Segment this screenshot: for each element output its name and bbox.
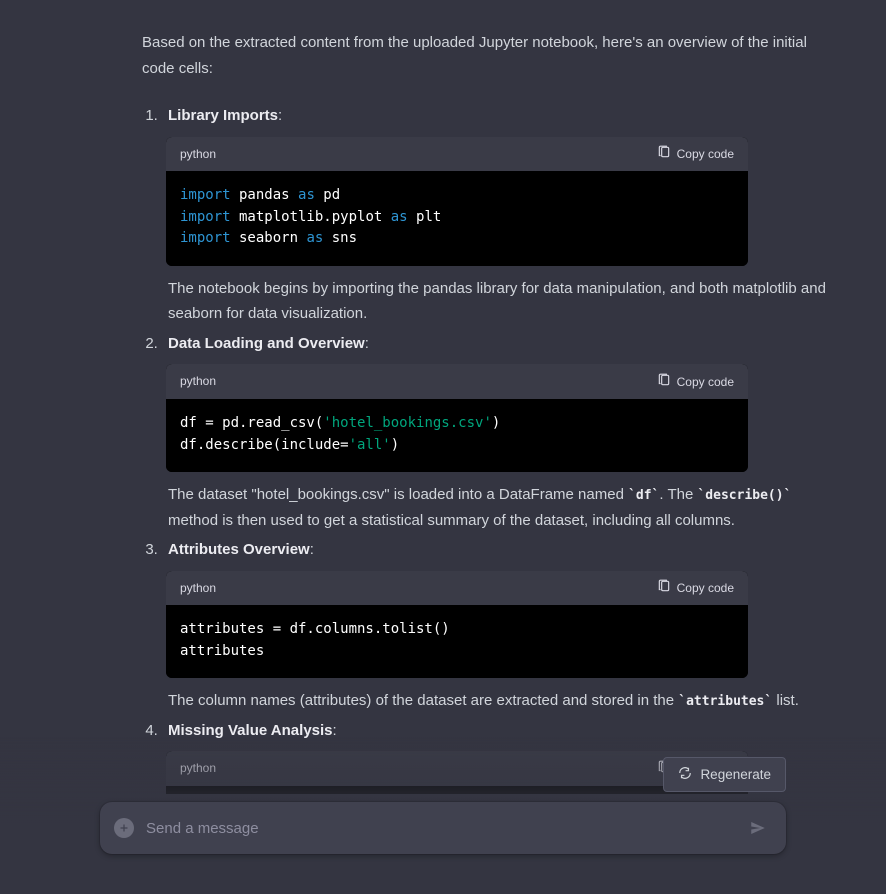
copy-code-button[interactable]: Copy code bbox=[657, 373, 734, 390]
code-language-label: python bbox=[180, 144, 216, 164]
section-item: Data Loading and Overview:pythonCopy cod… bbox=[162, 331, 842, 533]
section-title: Data Loading and Overview bbox=[168, 335, 365, 352]
regenerate-label: Regenerate bbox=[700, 767, 771, 782]
send-icon bbox=[749, 819, 767, 837]
clipboard-icon bbox=[657, 373, 671, 390]
footer: Regenerate bbox=[0, 737, 886, 894]
message-input[interactable] bbox=[146, 820, 744, 837]
clipboard-icon bbox=[657, 579, 671, 596]
assistant-message: Based on the extracted content from the … bbox=[0, 0, 886, 794]
section-description: The dataset "hotel_bookings.csv" is load… bbox=[168, 482, 842, 533]
section-item: Attributes Overview:pythonCopy codeattri… bbox=[162, 537, 842, 714]
regenerate-button[interactable]: Regenerate bbox=[663, 757, 786, 792]
copy-code-button[interactable]: Copy code bbox=[657, 579, 734, 596]
code-language-label: python bbox=[180, 578, 216, 598]
ordered-sections: Library Imports:pythonCopy codeimport pa… bbox=[162, 103, 842, 794]
code-content: import pandas as pd import matplotlib.py… bbox=[166, 171, 748, 266]
code-block: python Copy code attributes = df.columns.t… bbox=[166, 571, 748, 679]
send-button[interactable] bbox=[744, 814, 772, 842]
code-content: df = pd.read_csv('hotel_bookings.csv') d… bbox=[166, 399, 748, 472]
attach-button[interactable] bbox=[114, 818, 134, 838]
section-description: The notebook begins by importing the pan… bbox=[168, 276, 842, 327]
plus-icon bbox=[118, 822, 130, 834]
section-title: Attributes Overview bbox=[168, 541, 310, 558]
copy-code-button[interactable]: Copy code bbox=[657, 145, 734, 162]
refresh-icon bbox=[678, 766, 692, 783]
code-header: python Copy code bbox=[166, 364, 748, 398]
code-header: python Copy code bbox=[166, 571, 748, 605]
code-block: python Copy code import pandas as pd impor… bbox=[166, 137, 748, 266]
message-input-row bbox=[100, 802, 786, 854]
clipboard-icon bbox=[657, 145, 671, 162]
section-item: Library Imports:pythonCopy codeimport pa… bbox=[162, 103, 842, 327]
code-block: python Copy code df = pd.read_csv('hotel_b… bbox=[166, 364, 748, 472]
copy-label: Copy code bbox=[677, 147, 734, 161]
intro-paragraph: Based on the extracted content from the … bbox=[142, 30, 822, 81]
copy-label: Copy code bbox=[677, 375, 734, 389]
code-language-label: python bbox=[180, 371, 216, 391]
code-content: attributes = df.columns.tolist() attribu… bbox=[166, 605, 748, 678]
section-description: The column names (attributes) of the dat… bbox=[168, 688, 842, 714]
copy-label: Copy code bbox=[677, 581, 734, 595]
section-title: Library Imports bbox=[168, 107, 278, 124]
code-header: python Copy code bbox=[166, 137, 748, 171]
